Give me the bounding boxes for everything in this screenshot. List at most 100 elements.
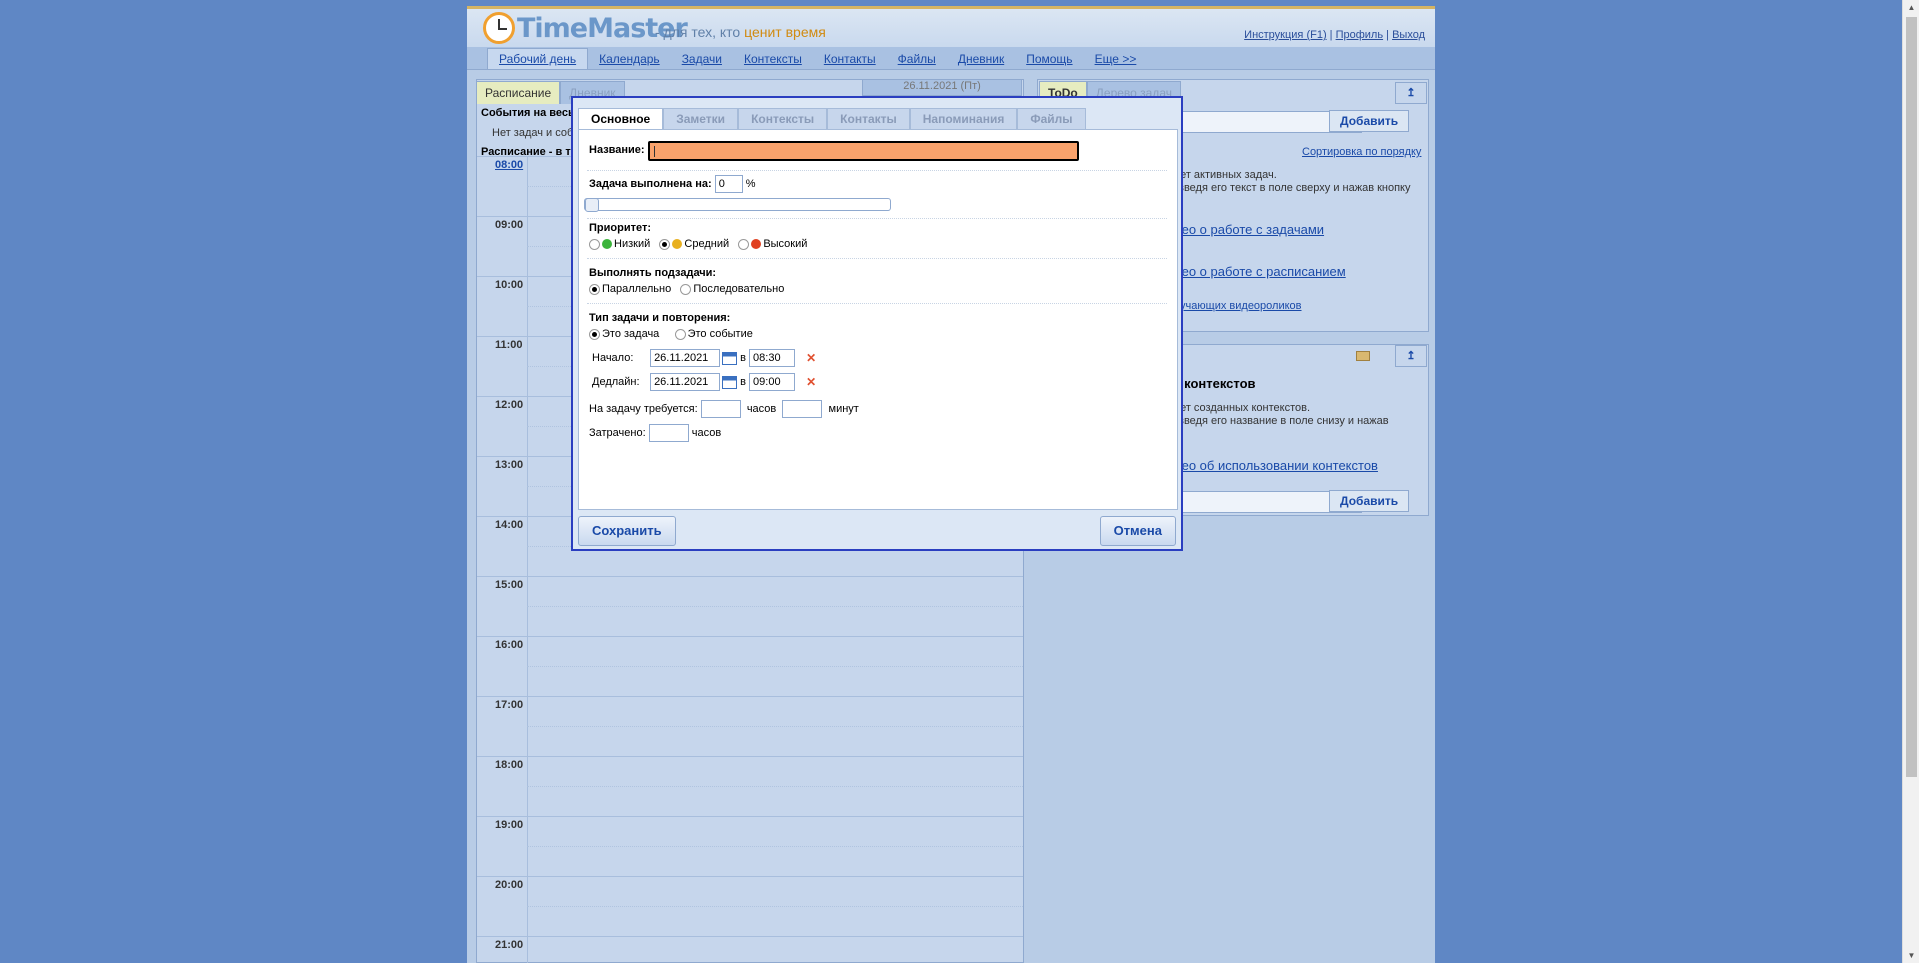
task-name-input[interactable] [648,141,1079,161]
calendar-icon[interactable] [722,375,738,389]
required-label: На задачу требуется: [589,402,698,415]
clear-deadline-icon[interactable]: ✕ [806,375,816,389]
hour-row[interactable]: 16:00 [477,636,1023,696]
deadline-time-input[interactable]: 09:00 [749,373,796,391]
nav-files[interactable]: Файлы [887,49,947,69]
priority-low-radio[interactable] [589,238,600,250]
video-schedule-link[interactable]: део о работе с расписанием [1174,264,1346,279]
todo-text-2: , введя его текст в поле сверху и нажав … [1172,182,1411,194]
hour-label: 21:00 [495,939,524,951]
type-event-label: Это событие [687,328,753,340]
logout-link[interactable]: Выход [1392,29,1425,41]
hour-row[interactable]: 21:00 [477,936,1023,963]
nav-calendar[interactable]: Календарь [588,49,671,69]
type-event-radio[interactable] [674,328,686,340]
hour-row[interactable]: 18:00 [477,756,1023,816]
start-time-input[interactable]: 08:30 [749,349,796,367]
spent-label: Затрачено: [589,426,646,439]
priority-high-label: Высокий [763,238,808,250]
nav-tasks[interactable]: Задачи [671,49,733,69]
hour-label: 20:00 [495,879,524,891]
save-button[interactable]: Сохранить [578,516,676,546]
subtasks-sequential-label: Последовательно [693,283,785,295]
profile-link[interactable]: Профиль [1336,29,1384,41]
nav-contexts[interactable]: Контексты [733,49,813,69]
progress-unit: % [745,177,756,190]
page-scrollbar[interactable]: ▲ ▼ [1902,0,1919,963]
subtasks-sequential-radio[interactable] [680,283,692,295]
cancel-button[interactable]: Отмена [1099,516,1176,546]
hour-label: 13:00 [495,459,524,471]
type-label: Тип задачи и повторения: [589,312,731,324]
todo-add-button[interactable]: Добавить [1329,110,1410,132]
help-link[interactable]: Инструкция (F1) [1244,29,1326,41]
context-add-button[interactable]: Добавить [1329,490,1410,512]
nav-help[interactable]: Помощь [1015,49,1083,69]
progress-label: Задача выполнена на: [589,177,712,190]
progress-input[interactable]: 0 [714,175,743,193]
nav-contacts[interactable]: Контакты [813,49,887,69]
hour-label: 18:00 [495,759,524,771]
current-date: 26.11.2021 (Пт) [903,80,981,92]
tagline-prefix: - для тех, кто [655,24,741,40]
spent-unit: часов [691,426,722,439]
collapse-todo-button[interactable]: ↥ [1395,82,1427,104]
required-minutes-input[interactable] [782,400,823,418]
nav-diary[interactable]: Дневник [947,49,1015,69]
tab-files[interactable]: Файлы [1017,108,1086,129]
video-contexts-link[interactable]: део об использовании контекстов [1174,458,1378,473]
hour-row[interactable]: 15:00 [477,576,1023,636]
hour-label[interactable]: 08:00 [495,159,523,171]
video-training-link[interactable]: бучающих видеороликов [1174,300,1302,312]
all-day-events-heading: События на весь [481,107,575,119]
spent-hours-input[interactable] [648,424,689,442]
hour-label: 16:00 [495,639,524,651]
name-label: Название: [589,144,645,156]
main-nav: Рабочий день Календарь Задачи Контексты … [467,47,1435,70]
tab-schedule[interactable]: Расписание [476,81,561,104]
deadline-at: в [740,375,746,388]
priority-medium-label: Средний [684,238,730,250]
scrollbar-thumb[interactable] [1906,17,1917,777]
tagline: - для тех, кто ценит время [655,24,826,40]
context-folder-icon[interactable] [1356,351,1370,361]
sort-link[interactable]: Сортировка по порядку [1302,146,1421,158]
type-task-label: Это задача [602,328,660,340]
deadline-date-input[interactable]: 26.11.2021 [650,373,721,391]
start-date-input[interactable]: 26.11.2021 [650,349,721,367]
hour-row[interactable]: 17:00 [477,696,1023,756]
tab-contexts[interactable]: Контексты [738,108,828,129]
required-hours-input[interactable] [700,400,741,418]
hour-label: 15:00 [495,579,524,591]
deadline-label: Дедлайн: [592,375,640,388]
tab-contacts[interactable]: Контакты [827,108,910,129]
nav-workday[interactable]: Рабочий день [487,48,589,69]
nav-more[interactable]: Еще >> [1084,49,1148,69]
clock-icon [483,12,515,44]
scroll-down-icon[interactable]: ▼ [1907,951,1916,960]
priority-high-radio[interactable] [738,238,750,250]
tab-notes[interactable]: Заметки [663,108,739,129]
date-navigator[interactable]: 26.11.2021 (Пт) [862,79,1022,96]
subtasks-parallel-label: Параллельно [602,283,672,295]
slider-handle[interactable] [585,198,599,212]
hour-row[interactable]: 20:00 [477,876,1023,936]
contexts-text-2: , введя его название в поле снизу и нажа… [1172,415,1389,427]
tab-main[interactable]: Основное [578,108,664,129]
hours-unit: часов [746,402,777,415]
calendar-icon[interactable] [722,351,738,365]
clear-start-icon[interactable]: ✕ [806,351,816,365]
collapse-contexts-button[interactable]: ↥ [1395,345,1427,367]
hour-label: 12:00 [495,399,524,411]
green-dot-icon [602,239,612,250]
video-tasks-link[interactable]: део о работе с задачами [1174,222,1324,237]
dialog-tabs: Основное Заметки Контексты Контакты Напо… [578,108,1086,129]
scroll-up-icon[interactable]: ▲ [1907,3,1916,12]
type-task-radio[interactable] [589,328,600,340]
tab-reminders[interactable]: Напоминания [909,108,1018,129]
progress-slider[interactable] [584,198,891,212]
subtasks-parallel-radio[interactable] [589,283,600,295]
hour-row[interactable]: 19:00 [477,816,1023,876]
priority-medium-radio[interactable] [659,238,671,250]
top-links: Инструкция (F1) | Профиль | Выход [1244,29,1425,41]
